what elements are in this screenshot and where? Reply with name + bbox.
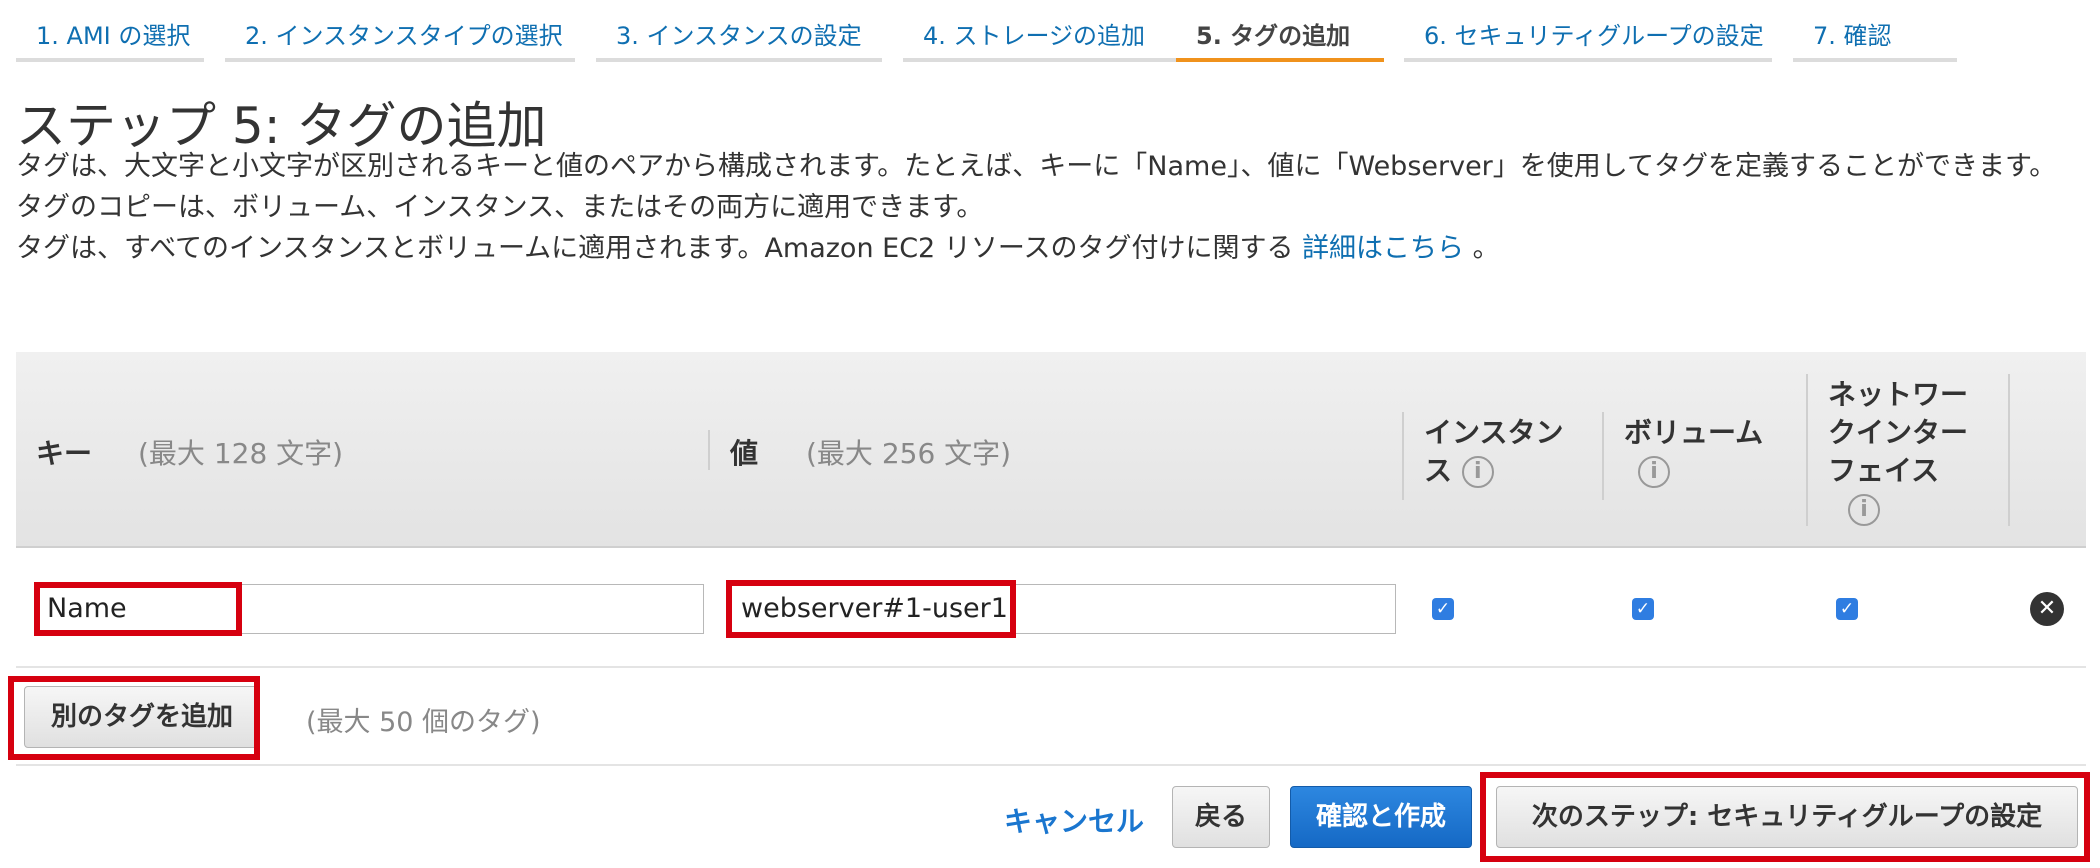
highlight-box — [8, 676, 260, 760]
eni-info-wrap: i — [1828, 490, 1968, 528]
volume-checkbox[interactable]: ✓ — [1632, 598, 1654, 620]
add-tag-row: 別のタグを追加 (最大 50 個のタグ) — [8, 668, 2086, 766]
tag-table-header: キー (最大 128 文字) 値 (最大 256 文字) インスタン ス i ボ… — [16, 352, 2086, 548]
volume-info-wrap: i — [1624, 452, 1763, 490]
column-divider — [2008, 374, 2010, 526]
volume-header-text: ボリューム — [1624, 416, 1764, 449]
table-row: Name webserver#1-user1 ✓ ✓ ✓ ✕ — [16, 550, 2086, 668]
instance-header-text: インスタン — [1424, 416, 1564, 449]
instance-column-header: インスタン ス i — [1424, 414, 1563, 490]
instance-header-text: ス i — [1424, 452, 1563, 490]
launch-instance-wizard: 1. AMI の選択 2. インスタンスタイプの選択 3. インスタンスの設定 … — [0, 0, 2100, 868]
eni-header-text: クインター — [1828, 416, 1969, 449]
column-divider — [1402, 412, 1404, 500]
eni-header-text: ネットワー — [1828, 378, 1969, 411]
back-button[interactable]: 戻る — [1172, 786, 1270, 848]
learn-more-link[interactable]: 詳細はこちら — [1302, 233, 1464, 264]
description-line: タグは、大文字と小文字が区別されるキーと値のペアから構成されます。たとえば、キー… — [16, 151, 2057, 182]
info-icon[interactable]: i — [1848, 494, 1880, 526]
remove-tag-icon[interactable]: ✕ — [2030, 592, 2064, 626]
highlight-box — [34, 582, 242, 636]
eni-header-text: フェイス — [1828, 454, 1940, 487]
step-tab-security-group[interactable]: 6. セキュリティグループの設定 — [1404, 0, 1772, 62]
info-icon[interactable]: i — [1461, 456, 1494, 488]
instance-checkbox[interactable]: ✓ — [1432, 598, 1454, 620]
highlight-box — [726, 580, 1016, 638]
column-divider — [1602, 412, 1604, 500]
step-tab-review[interactable]: 7. 確認 — [1793, 0, 1957, 62]
step-tab-ami[interactable]: 1. AMI の選択 — [16, 0, 204, 62]
network-interface-column-header: ネットワー クインター フェイス i — [1828, 376, 1968, 528]
step-tab-configure-instance[interactable]: 3. インスタンスの設定 — [596, 0, 882, 62]
description-text: 。 — [1472, 233, 1500, 264]
review-and-launch-button[interactable]: 確認と作成 — [1290, 786, 1472, 848]
column-divider — [708, 430, 710, 470]
network-interface-checkbox[interactable]: ✓ — [1836, 598, 1858, 620]
step-tab-add-storage[interactable]: 4. ストレージの追加 — [903, 0, 1189, 62]
cancel-link[interactable]: キャンセル — [1004, 800, 1144, 840]
description-line: タグのコピーは、ボリューム、インスタンス、またはその両方に適用できます。 — [16, 192, 984, 223]
description-text: タグは、すべてのインスタンスとボリュームに適用されます。Amazon EC2 リ… — [16, 233, 1294, 264]
tag-limit-note: (最大 50 個のタグ) — [306, 707, 541, 738]
step-tab-instance-type[interactable]: 2. インスタンスタイプの選択 — [225, 0, 575, 62]
key-column-header: キー — [36, 437, 93, 470]
volume-column-header: ボリューム i — [1624, 414, 1763, 490]
value-length-note: (最大 256 文字) — [806, 437, 1012, 470]
description-line: タグは、すべてのインスタンスとボリュームに適用されます。Amazon EC2 リ… — [16, 228, 2086, 269]
page-description: タグは、大文字と小文字が区別されるキーと値のペアから構成されます。たとえば、キー… — [16, 146, 2086, 269]
column-divider — [1806, 374, 1808, 526]
highlight-box — [1480, 772, 2090, 862]
value-column-header: 値 — [730, 437, 759, 470]
key-length-note: (最大 128 文字) — [138, 437, 344, 470]
info-icon[interactable]: i — [1638, 456, 1670, 488]
step-tab-add-tags[interactable]: 5. タグの追加 — [1176, 0, 1384, 62]
